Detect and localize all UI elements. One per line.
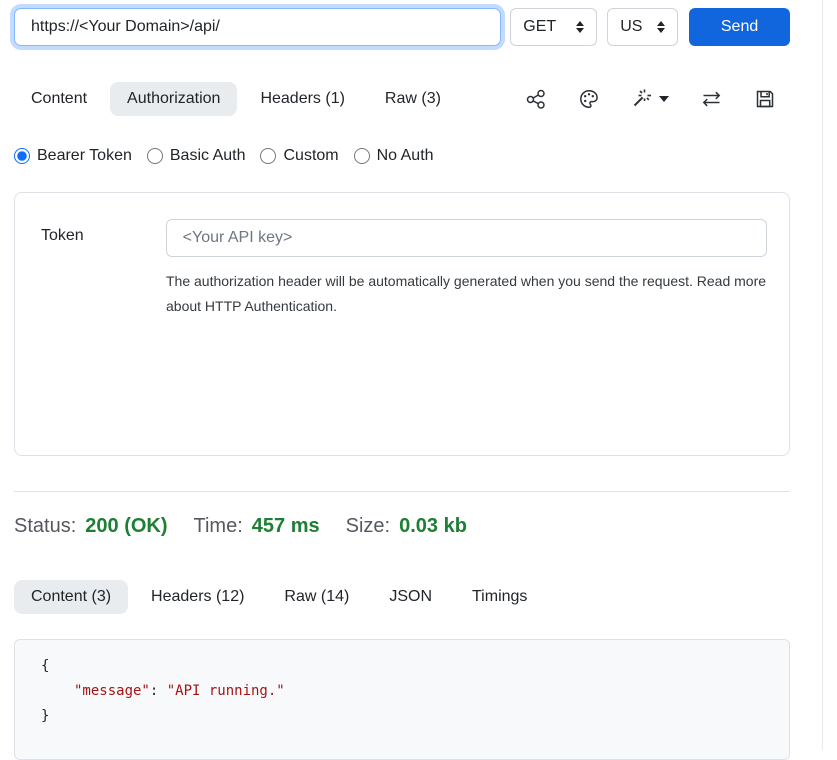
method-select-value: GET bbox=[523, 18, 556, 36]
auth-option-label: Basic Auth bbox=[170, 147, 246, 165]
swap-arrows-icon[interactable] bbox=[700, 88, 723, 110]
size-label: Size: bbox=[346, 515, 390, 538]
response-tabs: Content (3) Headers (12) Raw (14) JSON T… bbox=[14, 580, 790, 614]
send-button[interactable]: Send bbox=[689, 8, 790, 46]
code-message-line: "message": "API running." bbox=[41, 679, 773, 704]
status-group: Status: 200 (OK) bbox=[14, 515, 168, 538]
code-open-brace: { bbox=[41, 654, 773, 679]
custom-radio[interactable] bbox=[260, 148, 276, 164]
save-icon[interactable] bbox=[754, 88, 776, 110]
tab-content[interactable]: Content bbox=[14, 82, 104, 116]
request-bar: GET US Send bbox=[14, 8, 790, 46]
magic-wand-menu-icon[interactable] bbox=[631, 88, 669, 110]
token-field-row: Token bbox=[41, 219, 767, 257]
auth-option-bearer-token[interactable]: Bearer Token bbox=[14, 147, 132, 165]
basic-auth-radio[interactable] bbox=[147, 148, 163, 164]
token-field-label: Token bbox=[41, 219, 166, 257]
code-close-brace: } bbox=[41, 704, 773, 729]
select-updown-icon bbox=[576, 21, 584, 33]
time-label: Time: bbox=[194, 515, 243, 538]
bearer-token-card: Token The authorization header will be a… bbox=[14, 192, 790, 456]
response-tab-headers[interactable]: Headers (12) bbox=[134, 580, 261, 614]
bearer-token-radio[interactable] bbox=[14, 148, 30, 164]
url-input[interactable] bbox=[14, 8, 501, 46]
response-body-code: { "message": "API running." } bbox=[14, 639, 790, 760]
json-value: "API running." bbox=[167, 683, 285, 699]
token-input[interactable] bbox=[166, 219, 767, 257]
auth-option-basic-auth[interactable]: Basic Auth bbox=[147, 147, 246, 165]
region-select-value: US bbox=[620, 18, 642, 36]
section-divider bbox=[14, 491, 790, 492]
api-tester-panel: GET US Send Content Authorization Header… bbox=[0, 0, 790, 760]
method-select[interactable]: GET bbox=[510, 8, 597, 46]
token-help-text: The authorization header will be automat… bbox=[166, 269, 778, 319]
auth-option-label: No Auth bbox=[377, 147, 434, 165]
page-right-border bbox=[822, 0, 823, 750]
status-code-value: 200 (OK) bbox=[85, 515, 167, 538]
select-updown-icon bbox=[657, 21, 665, 33]
tab-raw[interactable]: Raw (3) bbox=[368, 82, 458, 116]
time-group: Time: 457 ms bbox=[194, 515, 320, 538]
json-colon: : bbox=[150, 683, 167, 699]
caret-down-icon bbox=[659, 96, 669, 102]
auth-type-options: Bearer Token Basic Auth Custom No Auth bbox=[14, 147, 790, 165]
auth-option-label: Custom bbox=[283, 147, 338, 165]
auth-option-no-auth[interactable]: No Auth bbox=[354, 147, 434, 165]
size-value: 0.03 kb bbox=[399, 515, 467, 538]
size-group: Size: 0.03 kb bbox=[346, 515, 467, 538]
response-tab-json[interactable]: JSON bbox=[372, 580, 449, 614]
response-tab-raw[interactable]: Raw (14) bbox=[267, 580, 366, 614]
tab-headers[interactable]: Headers (1) bbox=[243, 82, 361, 116]
json-key: "message" bbox=[74, 683, 150, 699]
toolbar bbox=[525, 88, 776, 110]
region-select[interactable]: US bbox=[607, 8, 678, 46]
request-tabs: Content Authorization Headers (1) Raw (3… bbox=[14, 82, 458, 116]
response-tab-content[interactable]: Content (3) bbox=[14, 580, 128, 614]
no-auth-radio[interactable] bbox=[354, 148, 370, 164]
palette-icon[interactable] bbox=[578, 88, 600, 110]
share-icon[interactable] bbox=[525, 88, 547, 110]
tab-authorization[interactable]: Authorization bbox=[110, 82, 237, 116]
auth-option-custom[interactable]: Custom bbox=[260, 147, 338, 165]
auth-option-label: Bearer Token bbox=[37, 147, 132, 165]
response-status-bar: Status: 200 (OK) Time: 457 ms Size: 0.03… bbox=[14, 515, 790, 538]
status-label: Status: bbox=[14, 515, 76, 538]
time-value: 457 ms bbox=[252, 515, 320, 538]
response-tab-timings[interactable]: Timings bbox=[455, 580, 544, 614]
request-tabs-row: Content Authorization Headers (1) Raw (3… bbox=[14, 82, 790, 116]
